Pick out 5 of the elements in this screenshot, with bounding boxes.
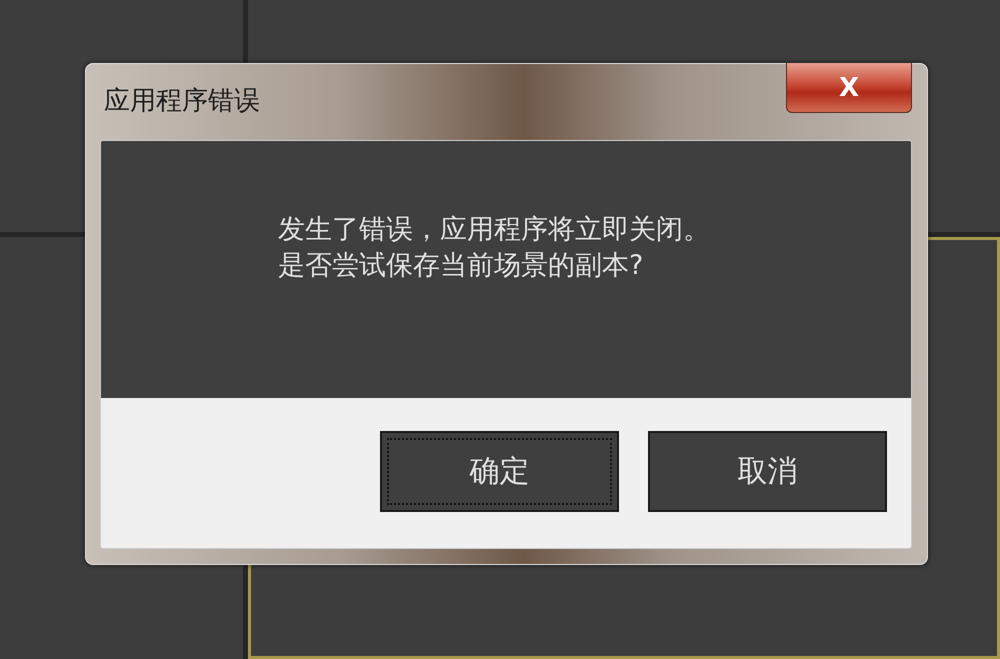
close-button[interactable]: X <box>786 63 912 113</box>
error-message: 发生了错误，应用程序将立即关闭。 是否尝试保存当前场景的副本? <box>278 212 710 282</box>
dialog-button[interactable]: 取消 <box>648 431 887 512</box>
window-title: 应用程序错误 <box>103 84 260 118</box>
dialog-button[interactable]: 确定 <box>380 431 619 512</box>
